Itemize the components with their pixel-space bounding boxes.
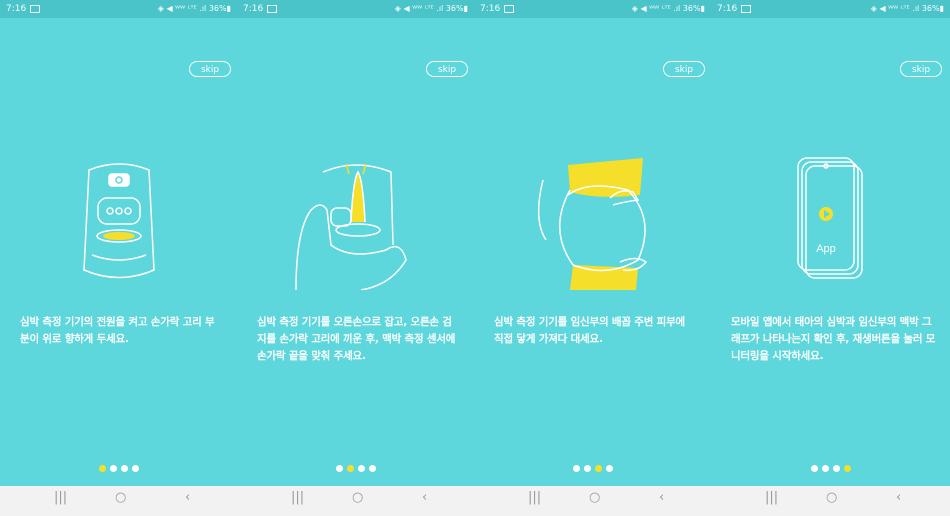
skip-button[interactable]: skip [663,61,705,77]
sensor-base [334,223,381,237]
page-dot-1[interactable] [810,465,818,472]
instruction-text: 심박 측정 기기를 오른손으로 잡고, 오른손 검지를 손가락 고리에 끼운 후… [257,316,456,362]
page-dot-2[interactable] [821,465,829,472]
page-indicator [237,457,474,476]
status-time: 7:16 [243,0,278,18]
finger-ring [96,197,141,225]
page-indicator [0,457,237,476]
skip-button[interactable]: skip [426,61,468,77]
sensor-dot [114,207,123,215]
recent-apps-button[interactable]: ||| [765,490,778,505]
page-indicator [474,457,711,476]
hand-holding-device-illustration [294,163,407,290]
page-dot-4[interactable] [131,465,139,472]
recent-apps-button[interactable]: ||| [54,490,67,505]
page-dot-4[interactable] [605,465,613,472]
navigation-bar: ||| ○ ‹ [711,486,950,516]
page-dot-2[interactable] [583,465,591,472]
phone-app-illustration: App [796,157,863,279]
sensor-base-fill [102,232,135,240]
device-front-illustration [82,163,155,279]
home-button[interactable]: ○ [115,490,126,505]
navigation-bar: ||| ○ ‹ [237,486,474,516]
status-icons: ◈ ◀ ᵂᵂ ᴸᵀᴱ .ıl 36%▮ [870,4,944,13]
status-bar: 7:16 ◈ ◀ ᵂᵂ ᴸᵀᴱ .ıl 36%▮ [237,0,474,18]
gallery-icon [741,4,752,13]
gallery-icon [504,4,515,13]
back-button[interactable]: ‹ [896,490,901,505]
page-dot-2[interactable] [346,465,354,472]
status-icons: ◈ ◀ ᵂᵂ ᴸᵀᴱ .ıl 36%▮ [631,4,705,13]
instruction-text: 심박 측정 기기의 전원을 켜고 손가락 고리 부분이 위로 향하게 두세요. [20,316,215,345]
page-dot-3[interactable] [832,465,840,472]
page-dot-4[interactable] [843,465,851,472]
app-label: App [816,243,836,255]
onboarding-screen-1: 7:16 ◈ ◀ ᵂᵂ ᴸᵀᴱ .ıl 36%▮ skip 심박 측정 기기의 … [0,0,237,516]
page-dot-3[interactable] [120,465,128,472]
status-icons: ◈ ◀ ᵂᵂ ᴸᵀᴱ .ıl 36%▮ [157,4,231,13]
onboarding-strip: 7:16 ◈ ◀ ᵂᵂ ᴸᵀᴱ .ıl 36%▮ skip 심박 측정 기기의 … [0,0,950,516]
skip-button[interactable]: skip [900,61,942,77]
gallery-icon [267,4,278,13]
page-dot-1[interactable] [98,465,106,472]
pants [569,265,638,290]
home-button[interactable]: ○ [826,490,837,505]
pregnant-belly-illustration [537,158,647,290]
device-curve [91,254,146,261]
gallery-icon [30,4,41,13]
status-time: 7:16 [717,0,752,18]
page-dot-3[interactable] [594,465,602,472]
home-button[interactable]: ○ [589,490,600,505]
power-button [107,173,130,187]
onboarding-screen-2: 7:16 ◈ ◀ ᵂᵂ ᴸᵀᴱ .ıl 36%▮ skip 심박 측정 기기를 … [237,0,474,516]
navigation-bar: ||| ○ ‹ [0,486,237,516]
page-indicator [711,457,950,476]
body-outline [558,189,574,266]
finger-ring [329,207,352,227]
onboarding-screen-4: 7:16 ◈ ◀ ᵂᵂ ᴸᵀᴱ .ıl 36%▮ skip App 모바일 앱에… [711,0,950,516]
navigation-bar: ||| ○ ‹ [474,486,711,516]
sensor-dot [105,207,114,215]
page-dot-4[interactable] [368,465,376,472]
status-bar: 7:16 ◈ ◀ ᵂᵂ ᴸᵀᴱ .ıl 36%▮ [0,0,237,18]
status-bar: 7:16 ◈ ◀ ᵂᵂ ᴸᵀᴱ .ıl 36%▮ [711,0,950,18]
back-button[interactable]: ‹ [659,490,664,505]
home-button[interactable]: ○ [352,490,363,505]
onboarding-screen-3: 7:16 ◈ ◀ ᵂᵂ ᴸᵀᴱ .ıl 36%▮ skip 심박 측정 기기를 … [474,0,711,516]
page-dot-1[interactable] [335,465,343,472]
skip-button[interactable]: skip [189,61,231,77]
page-dot-1[interactable] [572,465,580,472]
status-time: 7:16 [6,0,41,18]
back-button[interactable]: ‹ [422,490,427,505]
page-dot-3[interactable] [357,465,365,472]
instruction-text: 모바일 앱에서 태아의 심박과 임신부의 맥박 그래프가 나타나는지 확인 후,… [731,316,936,362]
back-outline [537,179,547,241]
status-icons: ◈ ◀ ᵂᵂ ᴸᵀᴱ .ıl 36%▮ [394,4,468,13]
recent-apps-button[interactable]: ||| [528,490,541,505]
back-button[interactable]: ‹ [185,490,190,505]
recent-apps-button[interactable]: ||| [291,490,304,505]
sensor-dot [123,207,132,215]
instruction-text: 심박 측정 기기를 임신부의 배꼽 주변 피부에 직접 닿게 가져다 대세요. [494,316,686,345]
page-dot-2[interactable] [109,465,117,472]
status-time: 7:16 [480,0,515,18]
status-bar: 7:16 ◈ ◀ ᵂᵂ ᴸᵀᴱ .ıl 36%▮ [474,0,711,18]
